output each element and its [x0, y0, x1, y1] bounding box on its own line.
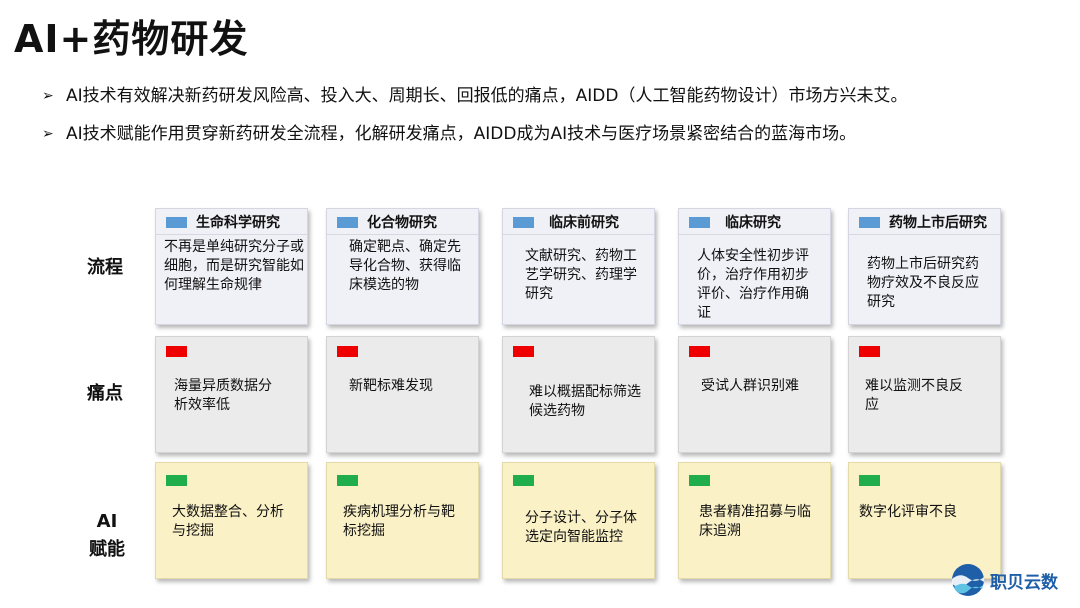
process-description: 人体安全性初步评价，治疗作用初步评价、治疗作用确证	[697, 248, 809, 321]
card-header: 生命科学研究	[156, 209, 307, 235]
ai-card-compound: 疾病机理分析与靶标挖掘	[326, 462, 479, 579]
red-square-icon	[513, 346, 534, 357]
ai-description: 疾病机理分析与靶标挖掘	[343, 504, 455, 539]
pain-description: 难以监测不良反应	[865, 378, 963, 413]
ai-card-clinical: 患者精准招募与临床追溯	[678, 462, 831, 579]
process-card-compound: 化合物研究 确定靶点、确定先导化合物、获得临床模选的物	[326, 208, 479, 325]
process-card-post-market: 药物上市后研究 药物上市后研究药物疗效及不良反应研究	[848, 208, 1001, 325]
process-description: 确定靶点、确定先导化合物、获得临床模选的物	[349, 239, 461, 293]
pain-description: 新靶标难发现	[349, 378, 433, 394]
stage-name: 化合物研究	[367, 215, 437, 231]
ai-description: 数字化评审不良	[859, 504, 957, 520]
process-card-clinical: 临床研究 人体安全性初步评价，治疗作用初步评价、治疗作用确证	[678, 208, 831, 325]
row-label-process: 流程	[87, 257, 123, 278]
stage-name: 临床前研究	[549, 215, 619, 231]
ai-description: 患者精准招募与临床追溯	[699, 504, 811, 539]
green-square-icon	[689, 475, 710, 486]
arrow-bullet-icon: ➢	[42, 88, 54, 104]
bullet-item: ➢ AI技术赋能作用贯穿新药研发全流程，化解研发痛点，AIDD成为AI技术与医疗…	[42, 118, 1032, 151]
card-header: 化合物研究	[327, 209, 478, 235]
arrow-bullet-icon: ➢	[42, 126, 54, 142]
pain-card-clinical: 受试人群识别难	[678, 336, 831, 453]
page-title: AI+药物研发	[14, 17, 249, 61]
ai-card-preclinical: 分子设计、分子体选定向智能监控	[502, 462, 655, 579]
ai-description: 大数据整合、分析与挖掘	[172, 504, 284, 539]
bullet-item: ➢ AI技术有效解决新药研发风险高、投入大、周期长、回报低的痛点，AIDD（人工…	[42, 80, 1032, 113]
green-square-icon	[513, 475, 534, 486]
brand-logo: 职贝云数	[950, 562, 1070, 598]
red-square-icon	[689, 346, 710, 357]
process-card-life-science: 生命科学研究 不再是单纯研究分子或细胞，而是研究智能如何理解生命规律	[155, 208, 308, 325]
bullet-list: ➢ AI技术有效解决新药研发风险高、投入大、周期长、回报低的痛点，AIDD（人工…	[42, 80, 1032, 151]
ai-description: 分子设计、分子体选定向智能监控	[525, 510, 637, 545]
row-label-pain: 痛点	[87, 383, 123, 404]
row-label-ai-empower: AI 赋能	[89, 511, 125, 560]
ai-card-life-science: 大数据整合、分析与挖掘	[155, 462, 308, 579]
card-header: 药物上市后研究	[849, 209, 1000, 235]
blue-square-icon	[689, 217, 710, 228]
pain-description: 受试人群识别难	[701, 378, 799, 394]
green-square-icon	[859, 475, 880, 486]
red-square-icon	[337, 346, 358, 357]
red-square-icon	[859, 346, 880, 357]
blue-square-icon	[166, 217, 187, 228]
pain-card-life-science: 海量异质数据分析效率低	[155, 336, 308, 453]
pain-card-preclinical: 难以概据配标筛选候选药物	[502, 336, 655, 453]
green-square-icon	[166, 475, 187, 486]
green-square-icon	[337, 475, 358, 486]
pain-description: 难以概据配标筛选候选药物	[529, 384, 641, 419]
process-description: 不再是单纯研究分子或细胞，而是研究智能如何理解生命规律	[164, 239, 304, 293]
bullet-text: AI技术赋能作用贯穿新药研发全流程，化解研发痛点，AIDD成为AI技术与医疗场景…	[66, 124, 857, 144]
process-description: 文献研究、药物工艺学研究、药理学研究	[525, 248, 637, 302]
bullet-text: AI技术有效解决新药研发风险高、投入大、周期长、回报低的痛点，AIDD（人工智能…	[66, 86, 908, 106]
blue-square-icon	[513, 217, 534, 228]
stage-name: 药物上市后研究	[889, 215, 987, 231]
pain-card-compound: 新靶标难发现	[326, 336, 479, 453]
stage-name: 生命科学研究	[196, 215, 280, 231]
blue-square-icon	[859, 217, 880, 228]
red-square-icon	[166, 346, 187, 357]
process-card-preclinical: 临床前研究 文献研究、药物工艺学研究、药理学研究	[502, 208, 655, 325]
stage-name: 临床研究	[725, 215, 781, 231]
pain-description: 海量异质数据分析效率低	[174, 378, 272, 413]
logo-text: 职贝云数	[990, 573, 1058, 593]
blue-square-icon	[337, 217, 358, 228]
globe-wave-icon	[952, 564, 984, 596]
pain-card-post-market: 难以监测不良反应	[848, 336, 1001, 453]
process-description: 药物上市后研究药物疗效及不良反应研究	[867, 256, 979, 310]
card-header: 临床前研究	[503, 209, 654, 235]
card-header: 临床研究	[679, 209, 830, 235]
